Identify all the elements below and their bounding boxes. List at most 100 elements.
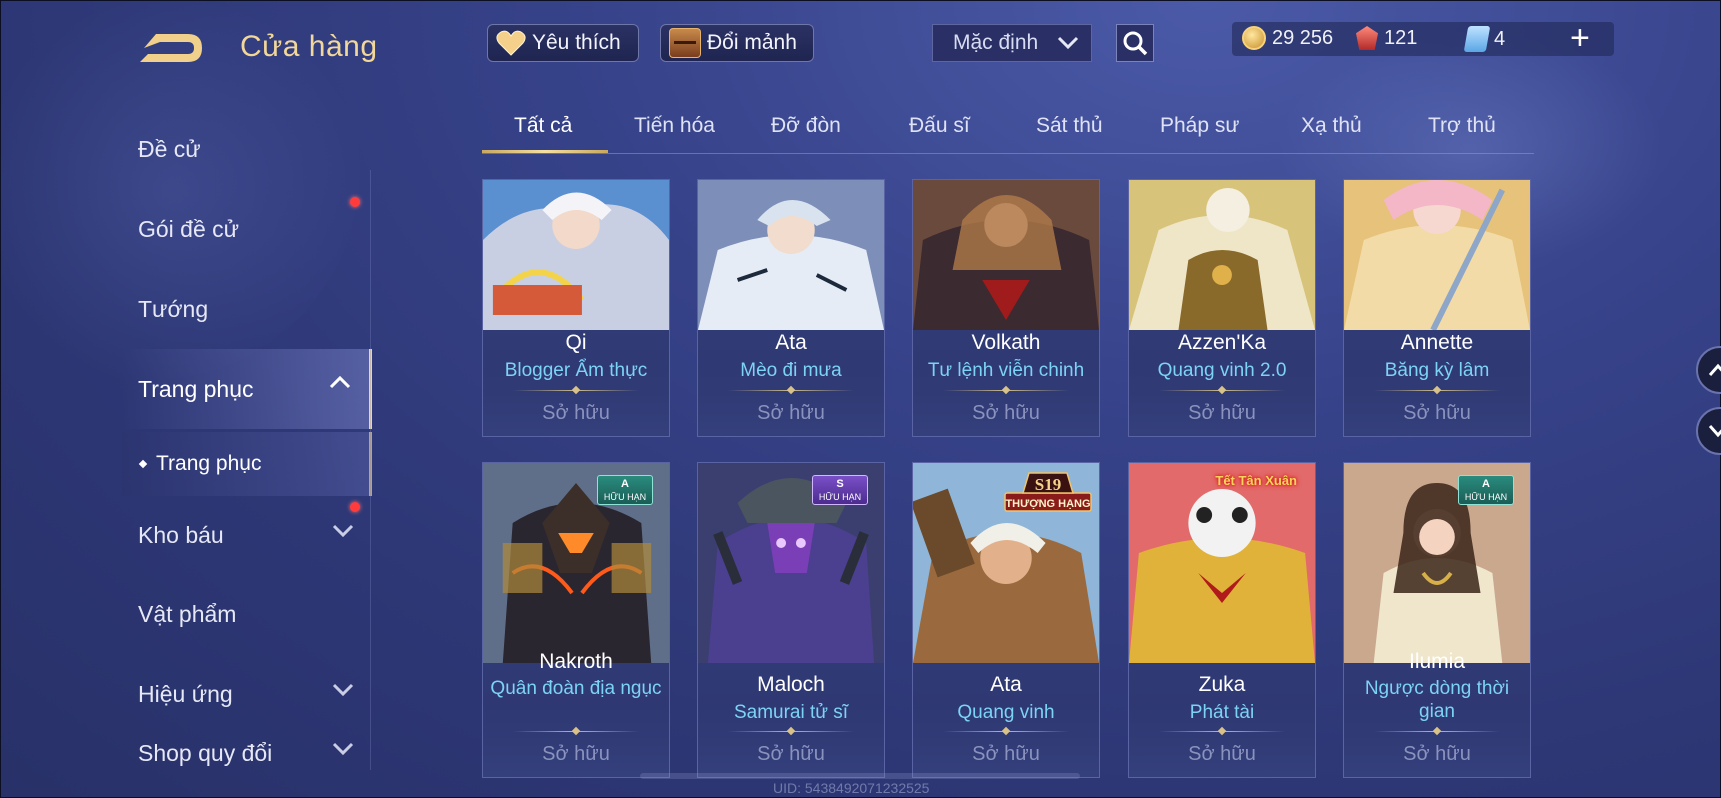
separator	[513, 390, 639, 391]
event-badge: Tết Tân Xuân	[1215, 473, 1297, 488]
skin-card[interactable]: A HỮU HẠN Nakroth Quân đoàn địa ngục Sở …	[482, 462, 670, 778]
rank-text: THƯỢNG HẠNG	[1005, 498, 1090, 510]
hero-name: Ata	[775, 331, 807, 354]
notification-dot	[350, 197, 360, 207]
rank-season: S19	[1035, 475, 1061, 494]
sidebar-item-treasure[interactable]: Kho báu	[122, 498, 372, 572]
tab-marksman[interactable]: Xạ thủ	[1301, 114, 1362, 138]
owned-status: Sở hữu	[542, 402, 610, 424]
exchange-shards-button[interactable]: Đổi mảnh	[660, 24, 814, 62]
tab-mage[interactable]: Pháp sư	[1160, 114, 1239, 138]
sidebar-item-label: Kho báu	[138, 521, 224, 548]
sidebar-item-skins[interactable]: Trang phục	[122, 349, 372, 429]
skin-card[interactable]: Tết Tân Xuân Zuka Phát tài Sở hữu	[1128, 462, 1316, 778]
tab-fighter[interactable]: Đấu sĩ	[909, 114, 970, 138]
hero-name: Azzen'Ka	[1177, 331, 1267, 354]
skin-artwork	[698, 180, 884, 330]
chevron-down-icon	[1708, 425, 1721, 438]
skin-card[interactable]: Volkath Tư lệnh viễn chinh Sở hữu	[912, 179, 1100, 437]
tab-tank[interactable]: Đỡ đòn	[771, 114, 841, 138]
hero-name: Ata	[990, 673, 1022, 696]
sidebar-subitem-skins[interactable]: Trang phục	[122, 432, 372, 496]
owned-status: Sở hữu	[1188, 743, 1256, 765]
badge-text: HỮU HẠN	[818, 492, 862, 502]
tab-evolution[interactable]: Tiến hóa	[634, 114, 715, 138]
sidebar-item-label: Đề cử	[138, 135, 201, 162]
skin-name: Tư lệnh viễn chinh	[927, 360, 1085, 381]
badge-text: HỮU HẠN	[603, 492, 647, 502]
limited-tier-badge: A HỮU HẠN	[1458, 475, 1514, 505]
active-tab-underline	[482, 150, 608, 153]
skin-card[interactable]: A HỮU HẠN Ilumia Ngược dòng thời gian Sở…	[1343, 462, 1531, 778]
chevron-down-icon	[332, 524, 354, 538]
chevron-down-icon	[332, 742, 354, 756]
skin-name: Blogger Ẩm thực	[504, 360, 648, 381]
skin-artwork	[913, 180, 1099, 330]
favorite-label: Yêu thích	[532, 31, 621, 54]
separator	[943, 731, 1069, 732]
sort-dropdown[interactable]: Mặc định	[932, 24, 1092, 62]
ruby-balance: 121	[1356, 26, 1417, 50]
separator	[1159, 390, 1285, 391]
heart-icon	[496, 30, 526, 56]
season-rank-badge: S19 THƯỢNG HẠNG	[1004, 472, 1092, 512]
separator	[728, 390, 854, 391]
scroll-indicator[interactable]	[640, 773, 1080, 779]
skin-card[interactable]: Azzen'Ka Quang vinh 2.0 Sở hữu	[1128, 179, 1316, 437]
hero-name: Zuka	[1198, 673, 1246, 696]
sidebar-item-exchange-shop[interactable]: Shop quy đổi	[122, 716, 372, 790]
badge-text: HỮU HẠN	[1464, 492, 1508, 502]
voucher-amount: 4	[1494, 27, 1506, 50]
hero-name: Volkath	[971, 331, 1041, 354]
sidebar-subitem-label: Trang phục	[156, 452, 262, 475]
back-button[interactable]	[138, 28, 208, 68]
sort-value: Mặc định	[953, 31, 1039, 54]
owned-status: Sở hữu	[1188, 402, 1256, 424]
favorite-button[interactable]: Yêu thích	[487, 24, 639, 62]
separator	[1374, 731, 1500, 732]
bullet-icon	[138, 459, 148, 469]
hero-name: Ilumia	[1408, 650, 1466, 673]
sidebar-item-label: Gói đề cử	[138, 215, 240, 242]
search-icon	[1123, 31, 1148, 56]
skin-card[interactable]: Annette Băng kỳ lâm Sở hữu	[1343, 179, 1531, 437]
owned-status: Sở hữu	[972, 743, 1040, 765]
badge-tier: A	[621, 478, 629, 490]
page-title: Cửa hàng	[240, 30, 378, 63]
voucher-balance: 4	[1463, 26, 1506, 52]
skin-card[interactable]: S19 THƯỢNG HẠNG Ata Quang vinh Sở hữu	[912, 462, 1100, 778]
owned-status: Sở hữu	[542, 743, 610, 765]
skin-card[interactable]: Qi Blogger Ẩm thực Sở hữu	[482, 179, 670, 437]
plus-icon[interactable]: +	[1570, 20, 1590, 56]
skin-artwork	[1129, 180, 1315, 330]
sidebar-item-heroes[interactable]: Tướng	[122, 272, 372, 346]
owned-status: Sở hữu	[757, 402, 825, 424]
chevron-up-icon	[329, 375, 351, 389]
sidebar-item-featured[interactable]: Đề cử	[122, 112, 372, 186]
skin-card[interactable]: Ata Mèo đi mưa Sở hữu	[697, 179, 885, 437]
badge-tier: S	[836, 478, 844, 490]
hero-name: Nakroth	[539, 650, 613, 673]
limited-tier-badge: S HỮU HẠN	[812, 475, 868, 505]
skin-artwork	[1129, 463, 1315, 663]
sidebar-item-featured-bundles[interactable]: Gói đề cử	[122, 192, 372, 266]
chevron-down-icon	[332, 683, 354, 697]
skin-name: Quang vinh	[957, 702, 1055, 723]
tab-assassin[interactable]: Sát thủ	[1036, 114, 1103, 138]
sidebar-divider	[370, 170, 371, 770]
owned-status: Sở hữu	[1403, 402, 1471, 424]
separator	[1159, 731, 1285, 732]
search-button[interactable]	[1116, 24, 1154, 62]
skin-name: Ngược dòng thời gian	[1364, 678, 1510, 722]
owned-status: Sở hữu	[757, 743, 825, 765]
skin-name: Quang vinh 2.0	[1157, 360, 1287, 381]
badge-tier: A	[1482, 478, 1490, 490]
skin-name: Phát tài	[1189, 702, 1255, 723]
tab-all[interactable]: Tất cả	[514, 114, 572, 138]
gold-balance: 29 256	[1242, 26, 1333, 50]
tab-support[interactable]: Trợ thủ	[1428, 114, 1496, 138]
skin-card[interactable]: S HỮU HẠN Maloch Samurai tử sĩ Sở hữu	[697, 462, 885, 778]
voucher-icon	[1463, 26, 1491, 52]
chevron-up-icon	[1708, 363, 1721, 376]
sidebar-item-items[interactable]: Vật phẩm	[122, 577, 372, 651]
